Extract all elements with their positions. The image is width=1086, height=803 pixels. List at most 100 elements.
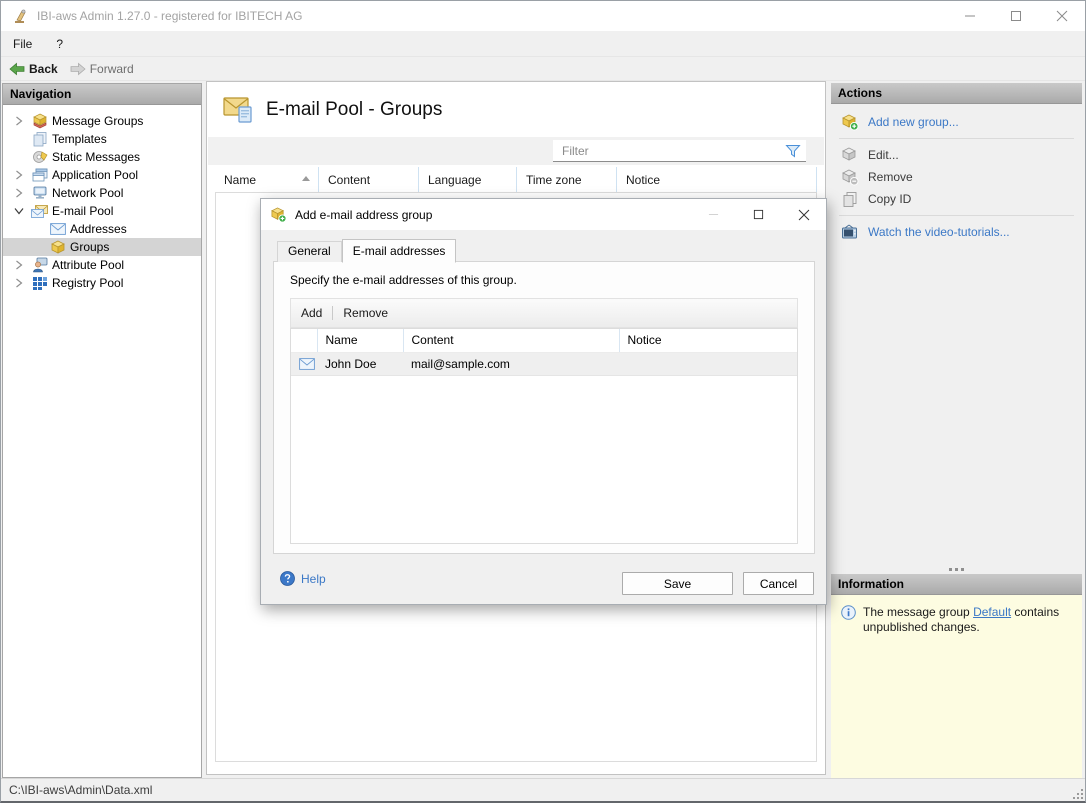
column-header-language[interactable]: Language [419,167,517,192]
information-panel: Information The message group Default co… [831,574,1082,778]
column-header-content[interactable]: Content [319,167,419,192]
column-header-name[interactable]: Name [215,167,319,192]
cancel-button[interactable]: Cancel [743,572,814,595]
registry-pool-icon [31,275,48,291]
chevron-right-icon[interactable] [13,169,25,181]
video-tutorials-icon [841,224,859,241]
help-icon [280,571,295,586]
sidebar-item-application-pool[interactable]: Application Pool [3,166,201,184]
forward-label: Forward [90,62,134,76]
menu-bar: File ? [1,31,1085,57]
addresses-toolbar: Add Remove [290,298,798,328]
copy-id-icon [841,191,859,208]
static-messages-icon [31,149,48,165]
close-button[interactable] [1039,1,1085,31]
back-label: Back [29,62,58,76]
information-message: The message group Default contains unpub… [863,605,1072,635]
attribute-pool-icon [31,257,48,273]
action-watch-video-tutorials[interactable]: Watch the video-tutorials... [831,221,1082,243]
window-title: IBI-aws Admin 1.27.0 - registered for IB… [37,9,302,23]
nav-toolbar: Back Forward [1,57,1085,81]
email-pool-icon [31,203,48,219]
add-address-button[interactable]: Add [291,306,332,320]
action-add-new-group[interactable]: Add new group... [831,111,1082,133]
separator [839,215,1074,216]
column-header-notice[interactable]: Notice [617,167,817,192]
envelope-icon [299,358,315,370]
chevron-right-icon[interactable] [13,187,25,199]
action-copy-id[interactable]: Copy ID [831,188,1082,210]
sidebar-item-message-groups[interactable]: Message Groups [3,112,201,130]
addresses-table-header: Name Content Notice [291,329,797,352]
information-body: The message group Default contains unpub… [831,595,1082,778]
help-link[interactable]: Help [280,571,326,586]
close-icon [798,209,810,221]
application-pool-icon [31,167,48,183]
navigation-header: Navigation [3,84,201,105]
address-content: mail@sample.com [403,352,619,375]
close-icon [1056,10,1068,22]
tab-general[interactable]: General [277,241,342,262]
minimize-icon [708,209,719,220]
action-edit[interactable]: Edit... [831,144,1082,166]
sidebar-item-addresses[interactable]: Addresses [3,220,201,238]
groups-table-header: Name Content Language Time zone Notice [215,167,817,192]
remove-group-icon [841,169,859,186]
filter-field [553,140,806,162]
message-groups-icon [31,113,48,129]
filter-icon[interactable] [785,144,801,158]
status-bar: C:\IBI-aws\Admin\Data.xml [1,778,1085,801]
addresses-table: Name Content Notice John Doe mail@sample… [290,328,798,544]
sidebar-item-email-pool[interactable]: E-mail Pool [3,202,201,220]
navigation-panel: Navigation Message Groups Templates Stat… [2,83,202,778]
save-button[interactable]: Save [622,572,733,595]
dialog-title: Add e-mail address group [295,208,432,222]
sidebar-item-network-pool[interactable]: Network Pool [3,184,201,202]
email-addresses-tab-page: Specify the e-mail addresses of this gro… [273,261,815,554]
chevron-right-icon[interactable] [13,259,25,271]
dialog-close-button[interactable] [781,199,826,230]
chevron-right-icon[interactable] [13,277,25,289]
sidebar-item-registry-pool[interactable]: Registry Pool [3,274,201,292]
page-title: E-mail Pool - Groups [266,99,442,121]
action-remove[interactable]: Remove [831,166,1082,188]
menu-file[interactable]: File [1,31,44,56]
sidebar-item-attribute-pool[interactable]: Attribute Pool [3,256,201,274]
edit-group-icon [841,147,859,164]
information-header: Information [831,574,1082,595]
chevron-right-icon[interactable] [13,115,25,127]
menu-help[interactable]: ? [44,31,75,56]
tab-email-addresses[interactable]: E-mail addresses [342,239,457,263]
default-group-link[interactable]: Default [973,605,1011,619]
dialog-minimize-button [691,199,736,230]
filter-input[interactable] [553,140,806,161]
minimize-icon [964,10,976,22]
resize-grip[interactable] [1069,785,1083,799]
back-button[interactable]: Back [3,57,64,80]
cube-icon [49,239,66,255]
remove-address-button[interactable]: Remove [333,306,398,320]
maximize-button[interactable] [993,1,1039,31]
column-header-icon[interactable] [291,329,317,352]
address-row[interactable]: John Doe mail@sample.com [291,352,797,375]
column-header-timezone[interactable]: Time zone [517,167,617,192]
dialog-footer: Help Save Cancel [261,553,826,604]
dialog-maximize-button[interactable] [736,199,781,230]
chevron-down-icon[interactable] [13,205,25,217]
column-header-name[interactable]: Name [317,329,403,352]
column-header-notice[interactable]: Notice [619,329,797,352]
panel-splitter-handle[interactable] [831,564,1082,574]
column-header-content[interactable]: Content [403,329,619,352]
forward-button[interactable]: Forward [64,57,140,80]
title-bar: IBI-aws Admin 1.27.0 - registered for IB… [1,1,1085,31]
actions-header: Actions [831,83,1082,104]
address-notice [619,352,797,375]
sidebar-item-templates[interactable]: Templates [3,130,201,148]
sidebar-item-static-messages[interactable]: Static Messages [3,148,201,166]
actions-panel: Actions Add new group... Edit... Remove … [831,83,1082,778]
minimize-button[interactable] [947,1,993,31]
filter-strip [208,137,824,165]
sidebar-item-groups[interactable]: Groups [3,238,201,256]
info-icon [841,605,856,620]
add-group-icon [270,207,287,223]
